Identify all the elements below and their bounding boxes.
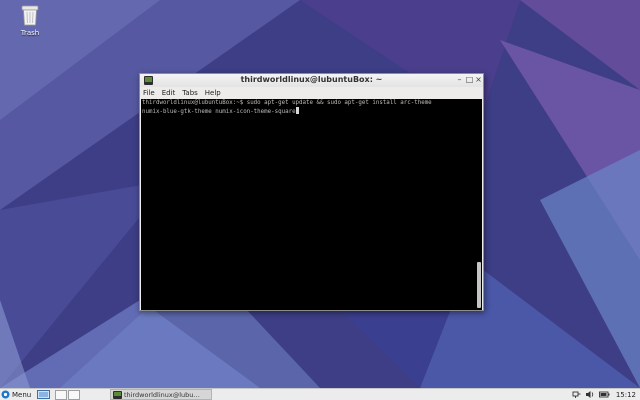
- lubuntu-logo-icon: [1, 390, 10, 399]
- menu-file[interactable]: File: [143, 89, 155, 97]
- close-button[interactable]: ×: [474, 75, 483, 85]
- menu-edit[interactable]: Edit: [162, 89, 176, 97]
- clock[interactable]: 15:12: [616, 391, 636, 399]
- scrollbar[interactable]: [477, 100, 481, 309]
- volume-icon[interactable]: [585, 390, 595, 399]
- window-titlebar[interactable]: thirdworldlinux@lubuntuBox: ~ – □ ×: [140, 74, 483, 87]
- start-menu-label: Menu: [12, 390, 32, 399]
- terminal-window[interactable]: thirdworldlinux@lubuntuBox: ~ – □ × File…: [139, 73, 484, 311]
- taskbar-task-terminal[interactable]: thirdworldlinux@lubu…: [110, 389, 212, 400]
- system-tray: 15:12: [568, 389, 640, 400]
- taskbar-task-label: thirdworldlinux@lubu…: [124, 390, 200, 399]
- battery-icon[interactable]: [598, 390, 610, 399]
- terminal-line: thirdworldlinux@lubuntuBox:~$ sudo apt-g…: [142, 100, 432, 106]
- window-title: thirdworldlinux@lubuntuBox: ~: [240, 75, 383, 84]
- scrollbar-thumb[interactable]: [477, 262, 481, 308]
- desktop: Trash thirdworldlinux@lubuntuBox: ~ – □ …: [0, 0, 640, 388]
- workspace-2[interactable]: [68, 390, 80, 400]
- terminal-line-with-cursor: numix-blue-gtk-theme numix-icon-theme-sq…: [142, 107, 476, 116]
- terminal-icon: [113, 390, 122, 399]
- maximize-button[interactable]: □: [465, 75, 474, 85]
- text-cursor: [295, 107, 300, 114]
- menu-bar: File Edit Tabs Help: [140, 87, 483, 98]
- menu-tabs[interactable]: Tabs: [182, 89, 198, 97]
- workspace-1[interactable]: [55, 390, 67, 400]
- terminal-output[interactable]: thirdworldlinux@lubuntuBox:~$ sudo apt-g…: [141, 99, 482, 310]
- terminal-line: numix-blue-gtk-theme numix-icon-theme-sq…: [142, 109, 296, 115]
- start-menu-button[interactable]: Menu: [1, 389, 31, 400]
- menu-help[interactable]: Help: [205, 89, 221, 97]
- trash-icon: [21, 5, 39, 26]
- terminal-icon: [144, 76, 153, 85]
- taskbar: Menu thirdworldlinux@lubu… 15:12: [0, 388, 640, 400]
- minimize-button[interactable]: –: [455, 75, 464, 85]
- show-desktop-icon[interactable]: [37, 390, 50, 399]
- terminal-text: thirdworldlinux@lubuntuBox:~$ sudo apt-g…: [142, 99, 476, 116]
- desktop-icon-trash[interactable]: Trash: [10, 4, 50, 42]
- network-icon[interactable]: [572, 390, 581, 399]
- desktop-icon-label: Trash: [20, 29, 40, 37]
